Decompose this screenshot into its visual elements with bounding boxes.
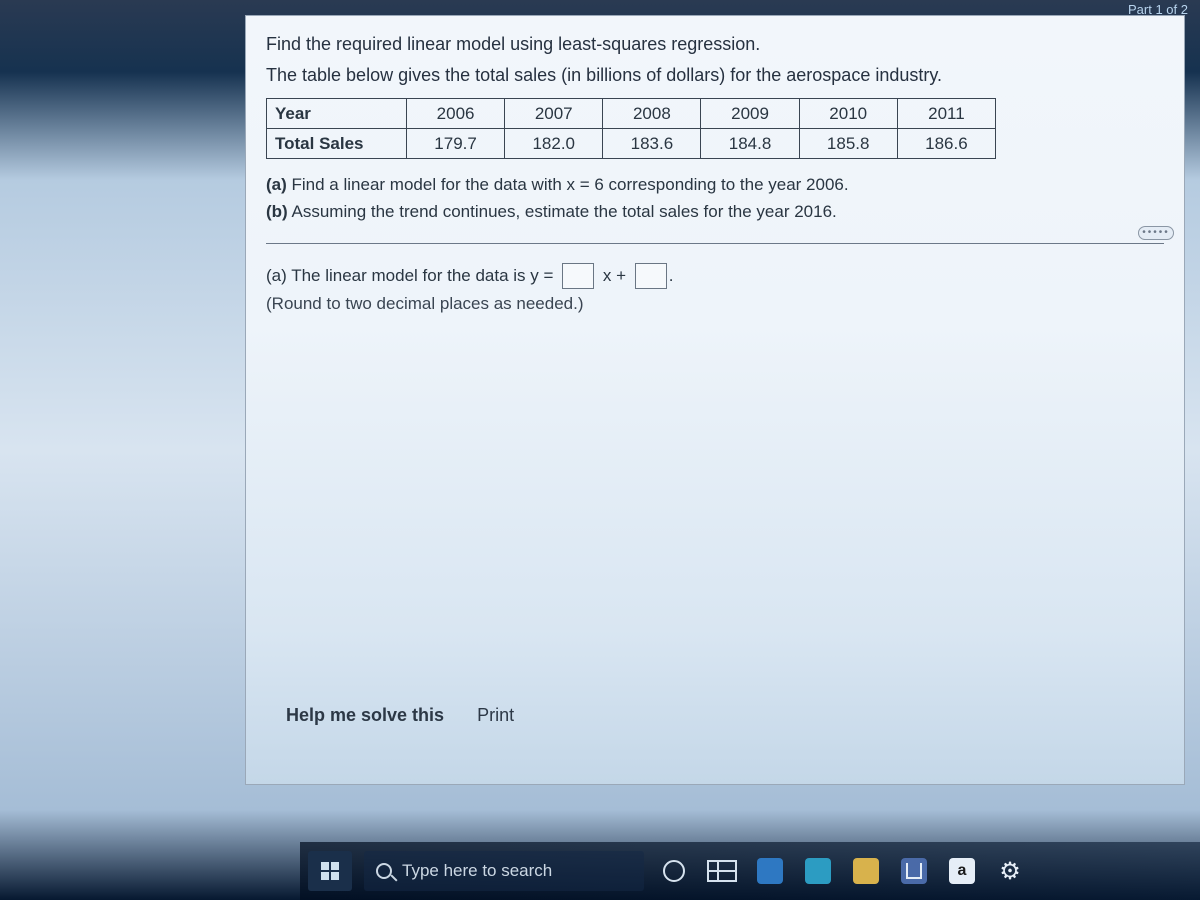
year-label: Year bbox=[267, 98, 407, 128]
folder-icon bbox=[757, 858, 783, 884]
problem-intro-1: Find the required linear model using lea… bbox=[266, 30, 1164, 59]
cortana-button[interactable] bbox=[656, 853, 692, 889]
rounding-hint: (Round to two decimal places as needed.) bbox=[266, 290, 1164, 317]
drag-handle-icon[interactable]: ••••• bbox=[1138, 226, 1174, 240]
task-view-button[interactable] bbox=[704, 853, 740, 889]
taskbar-app-edge[interactable] bbox=[800, 853, 836, 889]
taskbar-search[interactable]: Type here to search bbox=[364, 851, 644, 891]
print-link[interactable]: Print bbox=[477, 705, 514, 725]
year-cell: 2010 bbox=[799, 98, 897, 128]
search-placeholder: Type here to search bbox=[402, 861, 552, 881]
sales-label: Total Sales bbox=[267, 128, 407, 158]
separator bbox=[266, 243, 1164, 244]
taskbar-app-amazon[interactable]: a bbox=[944, 853, 980, 889]
sales-cell: 184.8 bbox=[701, 128, 799, 158]
year-cell: 2008 bbox=[603, 98, 701, 128]
year-cell: 2006 bbox=[407, 98, 505, 128]
question-panel: Find the required linear model using lea… bbox=[245, 15, 1185, 785]
part-b-label: (b) bbox=[266, 202, 288, 221]
bottom-links: Help me solve this Print bbox=[286, 701, 542, 730]
answer-prefix: (a) The linear model for the data is y = bbox=[266, 262, 553, 289]
taskbar-app-settings[interactable]: ⚙ bbox=[992, 853, 1028, 889]
search-icon bbox=[376, 863, 392, 879]
store-icon bbox=[853, 858, 879, 884]
task-view-icon bbox=[707, 860, 737, 882]
part-a: (a) Find a linear model for the data wit… bbox=[266, 171, 1164, 198]
help-me-solve-link[interactable]: Help me solve this bbox=[286, 705, 444, 725]
table-row-year: Year 2006 2007 2008 2009 2010 2011 bbox=[267, 98, 996, 128]
answer-suffix: . bbox=[669, 262, 674, 289]
answer-block: (a) The linear model for the data is y =… bbox=[266, 262, 1164, 316]
data-table: Year 2006 2007 2008 2009 2010 2011 Total… bbox=[266, 98, 996, 159]
part-a-label: (a) bbox=[266, 175, 287, 194]
gear-icon: ⚙ bbox=[999, 857, 1021, 886]
taskbar-app-store[interactable] bbox=[848, 853, 884, 889]
year-cell: 2007 bbox=[505, 98, 603, 128]
windows-taskbar: Type here to search a ⚙ bbox=[300, 842, 1200, 900]
year-cell: 2009 bbox=[701, 98, 799, 128]
sales-cell: 179.7 bbox=[407, 128, 505, 158]
part-b-text: Assuming the trend continues, estimate t… bbox=[292, 202, 837, 221]
part-b: (b) Assuming the trend continues, estima… bbox=[266, 198, 1164, 225]
intercept-input[interactable] bbox=[635, 263, 667, 289]
sales-cell: 183.6 bbox=[603, 128, 701, 158]
amazon-icon: a bbox=[949, 858, 975, 884]
sales-cell: 182.0 bbox=[505, 128, 603, 158]
question-parts: (a) Find a linear model for the data wit… bbox=[266, 171, 1164, 225]
slope-input[interactable] bbox=[562, 263, 594, 289]
taskbar-app-mail[interactable] bbox=[896, 853, 932, 889]
answer-mid: x + bbox=[603, 262, 626, 289]
part-a-text: Find a linear model for the data with x … bbox=[292, 175, 849, 194]
sales-cell: 186.6 bbox=[897, 128, 995, 158]
table-row-sales: Total Sales 179.7 182.0 183.6 184.8 185.… bbox=[267, 128, 996, 158]
mail-icon bbox=[901, 858, 927, 884]
edge-icon bbox=[805, 858, 831, 884]
problem-intro-2: The table below gives the total sales (i… bbox=[266, 61, 1164, 90]
start-button[interactable] bbox=[308, 851, 352, 891]
windows-logo-icon bbox=[321, 862, 339, 880]
year-cell: 2011 bbox=[897, 98, 995, 128]
sales-cell: 185.8 bbox=[799, 128, 897, 158]
taskbar-app-explorer[interactable] bbox=[752, 853, 788, 889]
cortana-icon bbox=[663, 860, 685, 882]
